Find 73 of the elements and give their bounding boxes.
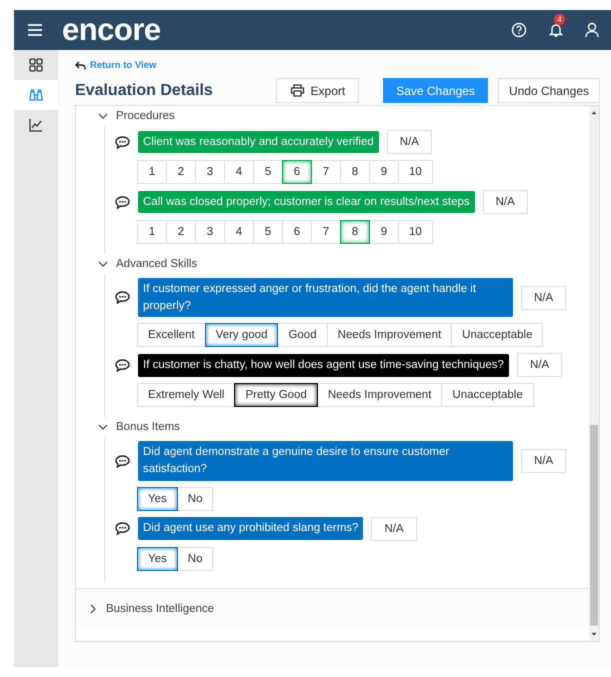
comment-icon[interactable]: [115, 358, 130, 372]
na-button[interactable]: N/A: [371, 516, 417, 541]
menu-icon[interactable]: [28, 24, 42, 36]
chevron-down-icon: [98, 422, 108, 432]
help-icon[interactable]: [511, 22, 527, 38]
rating-option[interactable]: 2: [166, 160, 196, 184]
action-button[interactable]: Export: [276, 78, 360, 103]
comment-icon[interactable]: [115, 454, 130, 468]
back-arrow-icon: [75, 61, 86, 70]
bell-icon[interactable]: [549, 22, 563, 38]
rating-option[interactable]: 8: [340, 160, 370, 184]
rating-option[interactable]: Unacceptable: [441, 383, 534, 408]
na-button[interactable]: N/A: [521, 449, 566, 474]
logo: encore: [62, 12, 161, 48]
rating-option[interactable]: Extremely Well: [137, 383, 236, 408]
rating-option[interactable]: 5: [253, 160, 283, 184]
question-label: Did agent use any prohibited slang terms?: [138, 517, 364, 540]
question-label: Call was closed properly; customer is clear on results/next steps: [138, 190, 475, 214]
action-button[interactable]: Undo Changes: [498, 78, 600, 103]
chevron-right-icon: [88, 604, 98, 614]
rating-option[interactable]: 9: [369, 220, 399, 244]
rating-option[interactable]: 3: [195, 160, 225, 184]
rating-option[interactable]: 5: [253, 220, 283, 244]
comment-icon[interactable]: [115, 291, 130, 304]
na-button[interactable]: N/A: [482, 190, 528, 214]
section-header[interactable]: Advanced Skills: [98, 254, 589, 274]
binoculars-icon: [28, 88, 44, 102]
rating-option[interactable]: 1: [137, 220, 167, 244]
rating-option[interactable]: 2: [166, 220, 196, 244]
printer-icon: [290, 84, 305, 97]
page-title: Evaluation Details: [75, 82, 213, 100]
question-label: Did agent demonstrate a genuine desire to ensure customer satisfaction?: [138, 441, 513, 481]
rating-option[interactable]: No: [176, 546, 214, 571]
rating-option[interactable]: 6: [282, 220, 312, 244]
na-button[interactable]: N/A: [516, 353, 562, 378]
rating-option[interactable]: Yes: [137, 486, 178, 511]
rating-option[interactable]: 8: [340, 220, 370, 244]
rating-option[interactable]: Very good: [204, 323, 278, 348]
question-label: If customer expressed anger or frustration, did the agent handle it properly?: [138, 278, 513, 318]
comment-icon[interactable]: [115, 136, 130, 148]
rating-option[interactable]: Needs Improvement: [326, 323, 452, 348]
notification-badge: 4: [554, 14, 565, 25]
chevron-down-icon: [98, 111, 108, 121]
line-chart-icon: [29, 118, 43, 132]
rating-option[interactable]: 9: [369, 160, 399, 184]
na-button[interactable]: N/A: [521, 286, 566, 310]
rating-option[interactable]: Good: [277, 323, 328, 348]
rating-option[interactable]: 10: [398, 160, 433, 184]
rating-option[interactable]: Yes: [137, 546, 178, 571]
rating-option[interactable]: No: [176, 486, 214, 511]
question-label: If customer is chatty, how well does agent use time-saving techniques?: [138, 354, 509, 377]
rating-option[interactable]: 4: [224, 160, 254, 184]
rating-option[interactable]: Excellent: [137, 323, 206, 348]
rating-option[interactable]: 3: [195, 220, 225, 244]
chevron-down-icon: [98, 259, 108, 269]
user-icon[interactable]: [585, 22, 599, 38]
comment-icon[interactable]: [115, 522, 130, 536]
section-header[interactable]: Procedures: [98, 106, 589, 126]
rating-option[interactable]: Pretty Good: [234, 383, 318, 408]
rating-option[interactable]: 4: [224, 220, 254, 244]
grid-icon: [29, 58, 43, 72]
rating-option[interactable]: 10: [398, 220, 433, 244]
rating-option[interactable]: 6: [282, 160, 312, 184]
rating-option[interactable]: Needs Improvement: [316, 383, 442, 408]
question-label: Client was reasonably and accurately verified: [138, 130, 379, 154]
comment-icon[interactable]: [115, 196, 130, 208]
na-button[interactable]: N/A: [386, 130, 432, 154]
rating-option[interactable]: 7: [311, 220, 341, 244]
rating-option[interactable]: Unacceptable: [451, 323, 544, 348]
rating-option[interactable]: 7: [311, 160, 341, 184]
rating-option[interactable]: 1: [137, 160, 167, 184]
section-header[interactable]: Bonus Items: [98, 417, 589, 438]
scrollbar[interactable]: [589, 106, 599, 641]
